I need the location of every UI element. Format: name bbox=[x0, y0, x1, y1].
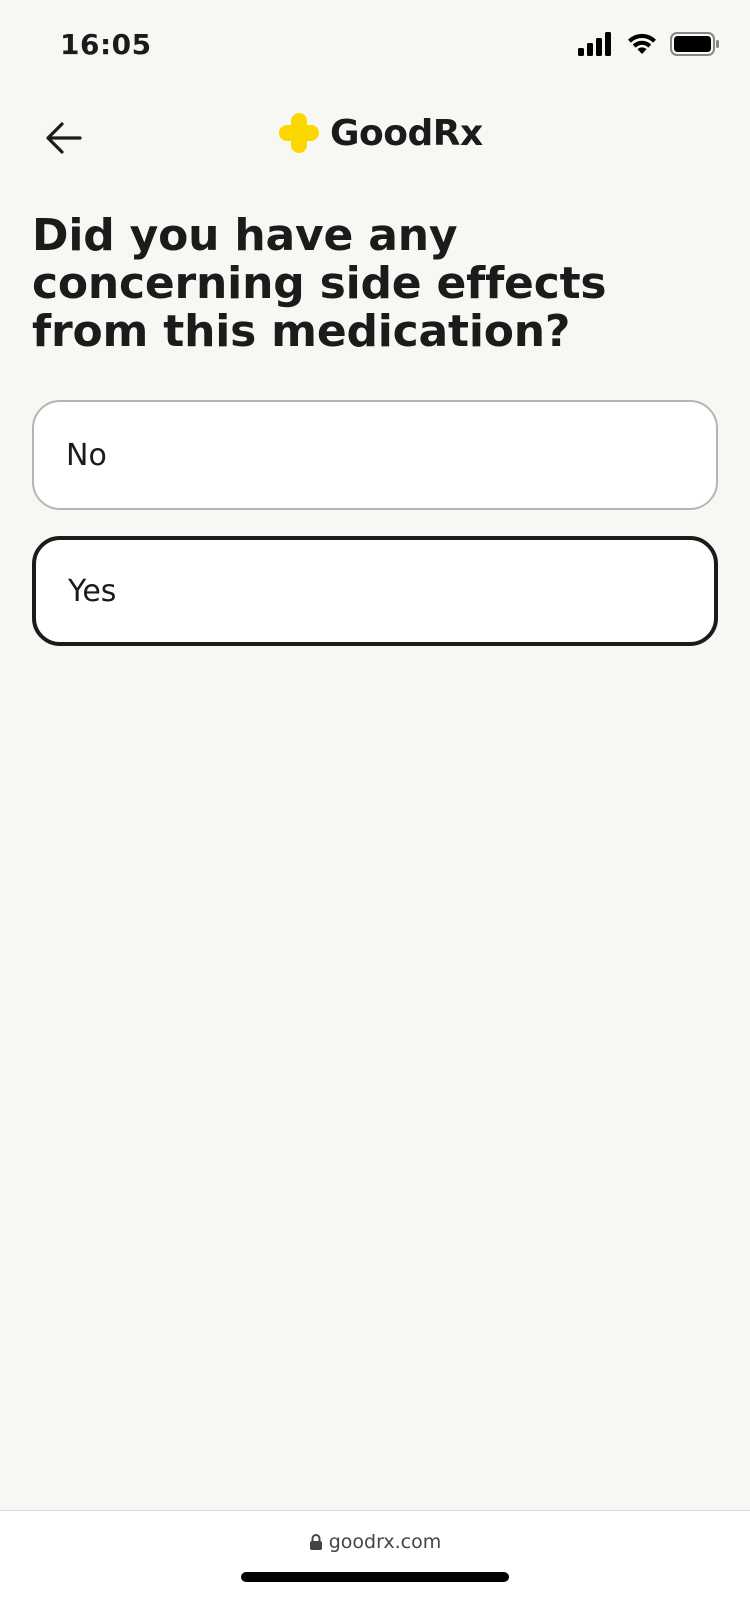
header: GoodRx bbox=[0, 100, 750, 176]
url-display[interactable]: goodrx.com bbox=[0, 1531, 750, 1553]
status-bar: 16:05 bbox=[0, 0, 750, 92]
option-label: No bbox=[66, 437, 107, 473]
arrow-left-icon bbox=[46, 122, 82, 154]
status-time: 16:05 bbox=[60, 28, 152, 61]
option-no-button[interactable]: No bbox=[32, 400, 718, 510]
lock-icon bbox=[309, 1534, 322, 1550]
question-title: Did you have any concerning side effects… bbox=[32, 210, 607, 357]
home-indicator[interactable] bbox=[241, 1572, 509, 1582]
url-text: goodrx.com bbox=[328, 1531, 442, 1553]
answer-options: No Yes bbox=[32, 400, 718, 646]
browser-url-bar: goodrx.com bbox=[0, 1510, 750, 1599]
brand-logo: GoodRx bbox=[278, 112, 483, 154]
option-label: Yes bbox=[68, 573, 117, 609]
signal-icon bbox=[578, 32, 611, 56]
status-icons bbox=[578, 32, 720, 56]
goodrx-logo-icon bbox=[279, 113, 319, 153]
option-yes-button[interactable]: Yes bbox=[32, 536, 718, 646]
battery-icon bbox=[670, 32, 719, 56]
wifi-icon bbox=[628, 33, 656, 54]
brand-name: GoodRx bbox=[330, 112, 483, 154]
back-button[interactable] bbox=[34, 108, 94, 168]
